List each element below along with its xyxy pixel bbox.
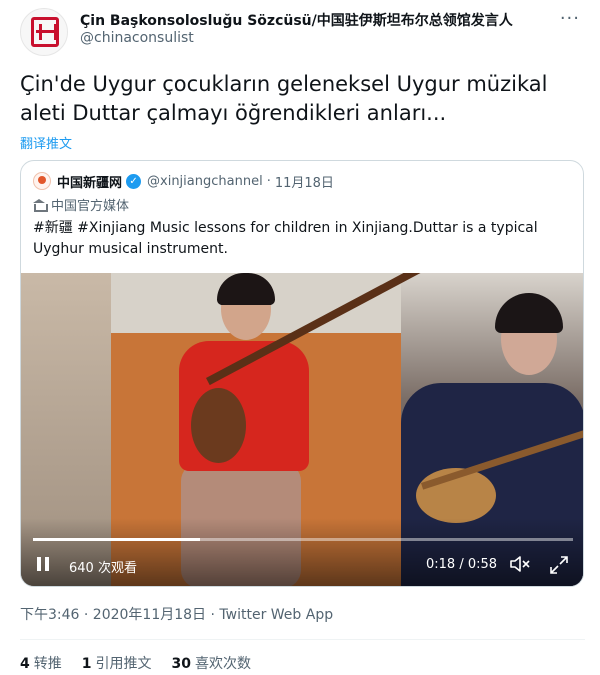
quoted-author-handle: @xinjiangchannel <box>147 173 263 189</box>
quoted-tweet-header: 中国新疆网 ✓ @xinjiangchannel · 11月18日 <box>33 171 334 191</box>
video-controls-overlay <box>21 518 583 586</box>
tweet-stats: 4 转推 1 引用推文 30 喜欢次数 <box>20 653 271 673</box>
state-media-label-text: 中国官方媒体 <box>51 199 130 214</box>
quote-label: 引用推文 <box>95 656 152 672</box>
more-dots-icon[interactable]: ··· <box>560 8 580 29</box>
video-frame-dutar <box>191 388 246 463</box>
government-building-icon <box>33 198 48 212</box>
separator-dot: · <box>266 173 271 189</box>
like-count[interactable]: 30 喜欢次数 <box>172 653 251 673</box>
video-player[interactable]: 640 次观看 0:18 / 0:58 <box>21 273 583 586</box>
quoted-avatar[interactable] <box>33 172 51 190</box>
author-handle[interactable]: @chinaconsulist <box>80 30 194 46</box>
translate-tweet-link[interactable]: 翻译推文 <box>20 133 72 152</box>
retweet-number: 4 <box>20 656 30 672</box>
author-name[interactable]: Çin Başkonsolosluğu Sözcüsü/中国驻伊斯坦布尔总领馆发… <box>80 10 513 30</box>
video-progress-bar[interactable] <box>33 538 573 541</box>
divider <box>20 639 585 640</box>
quoted-tweet-text: #新疆 #Xinjiang Music lessons for children… <box>33 220 538 257</box>
tweet-source[interactable]: Twitter Web App <box>219 607 333 623</box>
retweet-label: 转推 <box>33 656 62 672</box>
tweet-timestamp[interactable]: 下午3:46 · 2020年11月18日 <box>20 607 206 623</box>
tweet-meta: 下午3:46 · 2020年11月18日 · Twitter Web App <box>20 604 333 624</box>
like-number: 30 <box>171 656 191 672</box>
pause-icon[interactable] <box>35 556 51 572</box>
verified-check-icon: ✓ <box>126 173 142 189</box>
like-label: 喜欢次数 <box>194 656 251 672</box>
quote-count[interactable]: 1 引用推文 <box>82 653 152 673</box>
view-count: 640 次观看 <box>69 561 137 576</box>
author-avatar[interactable] <box>20 8 68 56</box>
quoted-date[interactable]: 11月18日 <box>275 172 334 191</box>
quoted-tweet-card[interactable]: 中国新疆网 ✓ @xinjiangchannel · 11月18日 中国官方媒体… <box>20 160 584 587</box>
video-progress-fill <box>33 538 201 541</box>
tweet-text: Çin'de Uygur çocukların geleneksel Uygur… <box>20 72 548 125</box>
tweet-header: Çin Başkonsolosluğu Sözcüsü/中国驻伊斯坦布尔总领馆发… <box>20 8 580 56</box>
quote-number: 1 <box>81 656 92 672</box>
retweet-count[interactable]: 4 转推 <box>20 653 62 673</box>
state-media-label[interactable]: 中国官方媒体 <box>33 195 129 214</box>
volume-muted-icon[interactable] <box>509 555 531 573</box>
fullscreen-icon[interactable] <box>549 555 569 575</box>
video-time: 0:18 / 0:58 <box>426 557 498 572</box>
quoted-author-name[interactable]: 中国新疆网 <box>57 172 122 191</box>
consulate-logo-icon <box>31 17 59 47</box>
